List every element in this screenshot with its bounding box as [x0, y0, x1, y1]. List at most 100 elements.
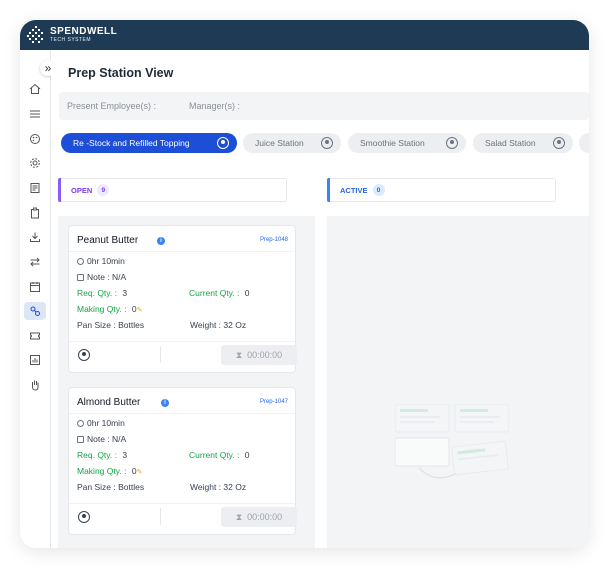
tab-salad-station[interactable]: Salad Station: [473, 133, 573, 153]
current-qty-value: 0: [244, 450, 250, 460]
open-column-label: OPEN: [71, 185, 93, 195]
sidebar-item-download[interactable]: [24, 228, 46, 246]
sidebar-item-report[interactable]: [24, 179, 46, 197]
tab-label: Juice Station: [255, 138, 304, 148]
tab-label: Smoothie Station: [360, 138, 425, 148]
hand-icon: [31, 380, 39, 391]
assign-user-icon: [553, 137, 565, 149]
note-icon: [77, 274, 84, 281]
card-footer-divider: [69, 341, 295, 342]
hourglass-icon: ⧗: [235, 511, 243, 522]
clock-icon: [77, 258, 84, 265]
active-count-badge: 0: [372, 184, 385, 196]
duration-row: 0hr 10min: [77, 418, 125, 428]
prep-card[interactable]: Peanut Butter i Prep-1048 0hr 10min Note…: [68, 225, 297, 373]
chart-icon: [30, 355, 40, 365]
report-icon: [30, 183, 40, 193]
home-icon: [29, 83, 41, 94]
present-employees-label: Present Employee(s) :: [67, 101, 157, 111]
app-window: SPENDWELL TECH SYSTEM » Prep Station Vie…: [20, 20, 589, 548]
prep-station-icon: [30, 306, 40, 316]
assign-user-icon: [321, 137, 333, 149]
sidebar-item-calendar[interactable]: [24, 278, 46, 296]
active-column-accent: [327, 178, 330, 202]
sidebar-item-prep-station[interactable]: [24, 302, 46, 320]
footer-separator: [160, 346, 161, 363]
duration-row: 0hr 10min: [77, 256, 125, 266]
timer-button[interactable]: ⧗ 00:00:00: [221, 507, 297, 527]
edit-pencil-icon[interactable]: ✎: [137, 469, 143, 476]
duration: 0hr 10min: [87, 418, 125, 428]
open-column-accent: [58, 178, 61, 202]
assign-user-icon[interactable]: [78, 349, 90, 361]
tab-restock-refilled-topping[interactable]: Re -Stock and Refilled Topping: [61, 133, 237, 153]
main-content: Prep Station View Present Employee(s) : …: [51, 50, 589, 548]
sidebar-item-transfer[interactable]: [24, 253, 46, 271]
card-footer-divider: [69, 503, 295, 504]
req-qty-row: Req. Qty. : 3: [77, 450, 127, 460]
tab-label: Salad Station: [485, 138, 536, 148]
brand-tagline: TECH SYSTEM: [50, 37, 92, 43]
prep-id: Prep-1048: [259, 237, 288, 243]
hourglass-icon: ⧗: [235, 349, 243, 360]
req-qty-value: 3: [122, 450, 128, 460]
tab-smoothie-station[interactable]: Smoothie Station: [348, 133, 466, 153]
prep-id: Prep-1047: [259, 399, 288, 405]
info-icon[interactable]: i: [157, 237, 165, 245]
note-icon: [77, 436, 84, 443]
note: Note : N/A: [87, 272, 127, 282]
sidebar-item-home[interactable]: [24, 80, 46, 98]
timer-value: 00:00:00: [247, 350, 283, 360]
active-column[interactable]: [327, 216, 589, 548]
current-qty-row: Current Qty. : 0: [189, 450, 250, 460]
current-qty-value: 0: [244, 288, 250, 298]
page-title: Prep Station View: [68, 66, 174, 80]
prep-card[interactable]: Almond Butter i Prep-1047 0hr 10min Note…: [68, 387, 297, 535]
weight: Weight : 32 Oz: [190, 320, 247, 330]
req-qty-label: Req. Qty. :: [77, 288, 117, 298]
active-column-header: ACTIVE 0: [327, 178, 556, 202]
tab-more[interactable]: [579, 133, 589, 153]
assign-user-icon[interactable]: [78, 511, 90, 523]
station-tabs: Re -Stock and Refilled Topping Juice Sta…: [61, 133, 589, 155]
item-name: Almond Butter: [77, 397, 141, 408]
clipboard-icon: [31, 207, 39, 219]
divider: [69, 413, 295, 414]
sidebar-item-clipboard[interactable]: [24, 204, 46, 222]
palette-icon: [30, 134, 40, 144]
employee-bar: Present Employee(s) : Manager(s) :: [59, 92, 589, 120]
making-qty-row: Making Qty. : 0✎: [77, 466, 142, 476]
pan-size: Pan Size : Bottles: [77, 320, 145, 330]
weight: Weight : 32 Oz: [190, 482, 247, 492]
open-column-header: OPEN 9: [58, 178, 287, 202]
sidebar-item-chart[interactable]: [24, 351, 46, 369]
current-qty-label: Current Qty. :: [189, 288, 240, 298]
sidebar-item-hand[interactable]: [24, 376, 46, 394]
brand-name: SPENDWELL: [50, 26, 118, 37]
sidebar-item-settings[interactable]: [24, 154, 46, 172]
sidebar: [20, 50, 51, 548]
calendar-icon: [30, 282, 40, 292]
current-qty-row: Current Qty. : 0: [189, 288, 250, 298]
req-qty-row: Req. Qty. : 3: [77, 288, 127, 298]
sidebar-item-ticket[interactable]: [24, 327, 46, 345]
edit-pencil-icon[interactable]: ✎: [137, 307, 143, 314]
open-column[interactable]: Peanut Butter i Prep-1048 0hr 10min Note…: [58, 216, 315, 548]
top-bar: SPENDWELL TECH SYSTEM: [20, 20, 589, 50]
timer-button[interactable]: ⧗ 00:00:00: [221, 345, 297, 365]
note-row: Note : N/A: [77, 434, 126, 444]
clock-icon: [77, 420, 84, 427]
download-icon: [30, 232, 40, 242]
info-icon[interactable]: i: [161, 399, 169, 407]
making-qty-row: Making Qty. : 0✎: [77, 304, 142, 314]
menu-icon: [30, 110, 40, 118]
sidebar-item-palette[interactable]: [24, 130, 46, 148]
settings-icon: [30, 158, 40, 168]
sidebar-item-menu[interactable]: [24, 105, 46, 123]
duration: 0hr 10min: [87, 256, 125, 266]
making-qty-label: Making Qty. :: [77, 304, 127, 314]
tab-juice-station[interactable]: Juice Station: [243, 133, 341, 153]
brand-logo[interactable]: SPENDWELL TECH SYSTEM: [26, 25, 117, 45]
assign-user-icon: [446, 137, 458, 149]
req-qty-label: Req. Qty. :: [77, 450, 117, 460]
